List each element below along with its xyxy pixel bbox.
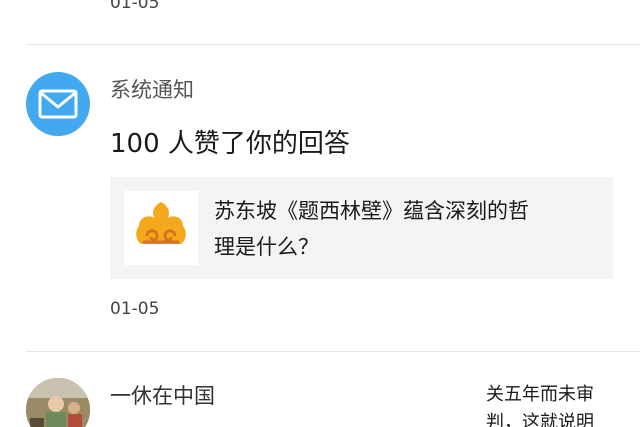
question-thumbnail [124,191,198,265]
mail-icon [38,89,78,119]
question-card[interactable]: 苏东坡《题西林壁》蕴含深刻的哲 理是什么？ [110,177,613,279]
answer-snippet-line: 判，这就说明 [486,412,594,427]
divider [26,351,640,352]
divider [26,44,640,45]
notification-list: 01-05 系统通知 100 人赞了你的回答 苏东坡《题西林壁》蕴含深刻的哲 理… [0,0,640,427]
notification-message[interactable]: 100 人赞了你的回答 [110,126,350,162]
user-photo [26,378,90,427]
user-name[interactable]: 一休在中国 [110,382,215,410]
system-notification-avatar[interactable] [26,72,90,136]
notification-sender: 系统通知 [110,78,194,102]
previous-item-date: 01-05 [110,0,160,13]
question-title[interactable]: 苏东坡《题西林壁》蕴含深刻的哲 理是什么？ [214,193,604,265]
answer-snippet-line: 关五年而未审 [486,384,594,405]
user-avatar[interactable] [26,378,90,427]
cloud-logo-icon [136,202,186,244]
notification-date: 01-05 [110,299,160,319]
question-title-line: 苏东坡《题西林壁》蕴含深刻的哲 [214,199,529,223]
question-title-line: 理是什么？ [214,235,319,259]
answer-snippet[interactable]: 关五年而未审 判，这就说明 [486,381,626,427]
